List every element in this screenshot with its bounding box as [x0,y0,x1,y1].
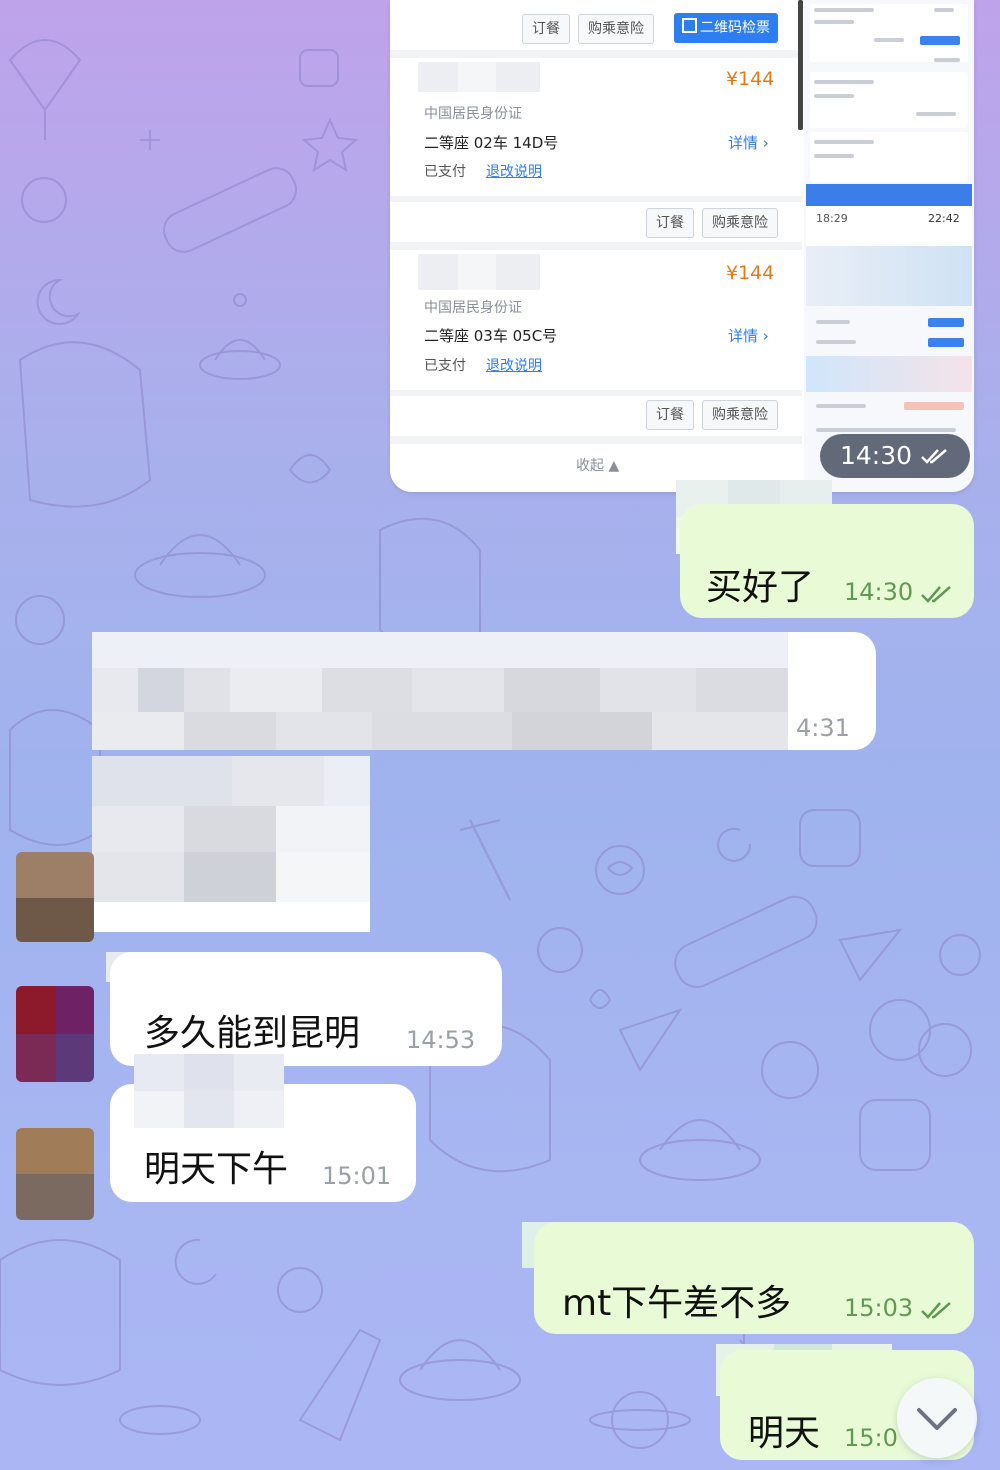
collapse-toggle: 收起 ▲ [576,458,620,474]
id-type: 中国居民身份证 [424,106,522,122]
message-time: 4:31 [796,714,850,742]
app-preview-panel: 18:29 22:42 [804,0,974,492]
qr-code-icon [682,18,697,33]
order-meal-button: 订餐 [646,208,694,238]
message-text: 多久能到昆明 [144,1013,361,1054]
message-text: 买好了 [706,567,815,608]
message-time: 14:30 [844,578,914,606]
qr-checkin-label: 二维码检票 [700,20,770,36]
image-timestamp: 14:30 [820,434,970,478]
seat-info: 二等座 03车 05C号 [424,327,558,345]
seat-info: 二等座 02车 14D号 [424,134,559,152]
buy-insurance-button: 购乘意险 [702,400,778,430]
refund-policy-link: 退改说明 [486,164,542,180]
avatar[interactable] [16,852,94,942]
buy-insurance-button: 购乘意险 [702,208,778,238]
payment-status: 已支付 [424,164,466,180]
pixelated-message [92,632,788,750]
order-meal-button: 订餐 [646,400,694,430]
pixelated-media [92,756,370,932]
message-time: 15:0 [844,1424,898,1452]
ticket-price: ¥144 [726,262,775,284]
depart-time: 18:29 [816,212,848,225]
double-check-icon [921,586,951,603]
message-text: 明天 [748,1413,821,1454]
ticket-detail-link: 详情 › [728,327,769,345]
passenger-name-redacted [418,62,540,92]
passenger-name-redacted [418,254,540,290]
message-time: 15:01 [322,1162,392,1190]
incoming-message-bubble[interactable]: 4:31 [92,632,876,750]
message-time: 14:53 [406,1026,476,1054]
message-text: 明天下午 [144,1149,289,1190]
scroll-to-bottom-button[interactable] [897,1378,977,1458]
payment-status: 已支付 [424,358,466,374]
incoming-message-bubble[interactable]: 明天下午 15:01 [110,1054,416,1202]
ticket-screenshot-bubble[interactable]: 订餐 购乘意险 二维码检票 ¥144 中国居民身份证 二等座 02车 14D号 … [390,0,974,492]
refund-policy-link: 退改说明 [486,358,542,374]
avatar[interactable] [16,1128,94,1220]
outgoing-message-bubble[interactable]: 买好了 14:30 [680,504,974,618]
outgoing-message-bubble[interactable]: mt下午差不多 15:03 [534,1222,974,1334]
image-time: 14:30 [840,441,913,470]
order-meal-button: 订餐 [522,14,570,44]
incoming-message-bubble[interactable]: 多久能到昆明 14:53 [110,952,502,1066]
double-check-icon [921,449,947,464]
ticket-detail-link: 详情 › [728,134,769,152]
message-text: mt下午差不多 [562,1283,792,1324]
ticket-price: ¥144 [726,68,775,90]
train-order-panel: 订餐 购乘意险 二维码检票 ¥144 中国居民身份证 二等座 02车 14D号 … [390,0,802,492]
double-check-icon [921,1302,951,1319]
message-time: 15:03 [844,1294,914,1322]
scrollbar-thumb [798,0,803,130]
id-type: 中国居民身份证 [424,300,522,316]
pixelated-sender-name [134,1054,284,1128]
qr-checkin-button: 二维码检票 [674,13,778,43]
arrive-time: 22:42 [928,212,960,225]
buy-insurance-button: 购乘意险 [578,14,654,44]
avatar[interactable] [16,986,94,1082]
chevron-down-icon [917,1408,957,1430]
